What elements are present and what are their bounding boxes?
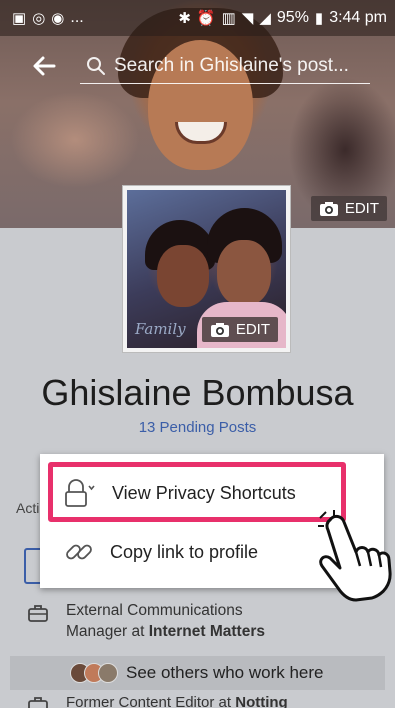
menu-item-label: View Privacy Shortcuts (112, 482, 296, 503)
battery-icon: ▮ (314, 9, 324, 27)
battery-level: 95% (276, 9, 309, 26)
status-left: ▣ ◎ ◉ ... (12, 9, 84, 27)
see-others-button[interactable]: See others who work here (10, 656, 385, 690)
gallery-icon: ▣ (12, 9, 27, 27)
work-text: Former Content Editor at Notting (66, 694, 288, 708)
coworker-avatars (70, 663, 118, 683)
alarm-icon: ⏰ (196, 9, 216, 27)
messenger-icon: ◉ (51, 9, 65, 27)
profile-face-right (217, 240, 271, 306)
camera-icon (319, 201, 338, 216)
status-right: ✱ ⏰ ▥ ◥ ◢ 95% ▮ 3:44 pm (178, 9, 387, 27)
briefcase-icon (28, 605, 48, 622)
search-input[interactable]: Search in Ghislaine's post... (80, 48, 370, 84)
work-company: Notting (235, 694, 288, 708)
briefcase-icon (28, 697, 48, 708)
pointing-hand-icon (318, 510, 392, 602)
status-more: ... (70, 9, 84, 26)
whatsapp-icon: ◎ (32, 9, 46, 27)
work-text: External Communications Manager at Inter… (66, 600, 265, 654)
menu-item-label: Copy link to profile (110, 541, 259, 562)
signal-icon: ◢ (259, 9, 271, 27)
bluetooth-icon: ✱ (178, 9, 191, 27)
back-arrow-icon[interactable] (30, 52, 58, 80)
profile-picture[interactable]: Family EDIT (123, 186, 290, 352)
lock-icon (65, 479, 95, 507)
status-bar: ▣ ◎ ◉ ... ✱ ⏰ ▥ ◥ ◢ 95% ▮ 3:44 pm (0, 0, 395, 36)
profile-watermark: Family (135, 320, 186, 338)
work-title: External Communications (66, 602, 243, 619)
avatar (98, 663, 118, 683)
link-icon (66, 544, 92, 560)
search-icon (87, 56, 105, 75)
volte-icon: ▥ (221, 9, 236, 27)
pending-posts-link[interactable]: 13 Pending Posts (0, 419, 395, 436)
profile-name: Ghislaine Bombusa (41, 372, 354, 413)
profile-edit-label: EDIT (235, 321, 270, 338)
cover-edit-label: EDIT (344, 200, 379, 217)
profile-face-left (157, 245, 209, 307)
work-entry[interactable]: Former Content Editor at Notting (0, 694, 395, 708)
actions-label: Acti (16, 500, 40, 516)
work-prefix: Manager at (66, 623, 149, 640)
wifi-icon: ◥ (241, 9, 254, 27)
work-entry[interactable]: External Communications Manager at Inter… (0, 600, 395, 654)
top-toolbar: Search in Ghislaine's post... (0, 44, 395, 88)
cover-edit-button[interactable]: EDIT (310, 196, 387, 221)
camera-icon (210, 322, 229, 337)
search-placeholder: Search in Ghislaine's post... (114, 54, 349, 76)
work-company: Internet Matters (148, 623, 265, 640)
see-others-label: See others who work here (126, 663, 324, 682)
work-title: Former Content Editor at (66, 694, 236, 708)
work-line2: Manager at Internet Matters (66, 621, 265, 642)
clock: 3:44 pm (329, 9, 387, 26)
profile-edit-button[interactable]: EDIT (201, 317, 278, 342)
